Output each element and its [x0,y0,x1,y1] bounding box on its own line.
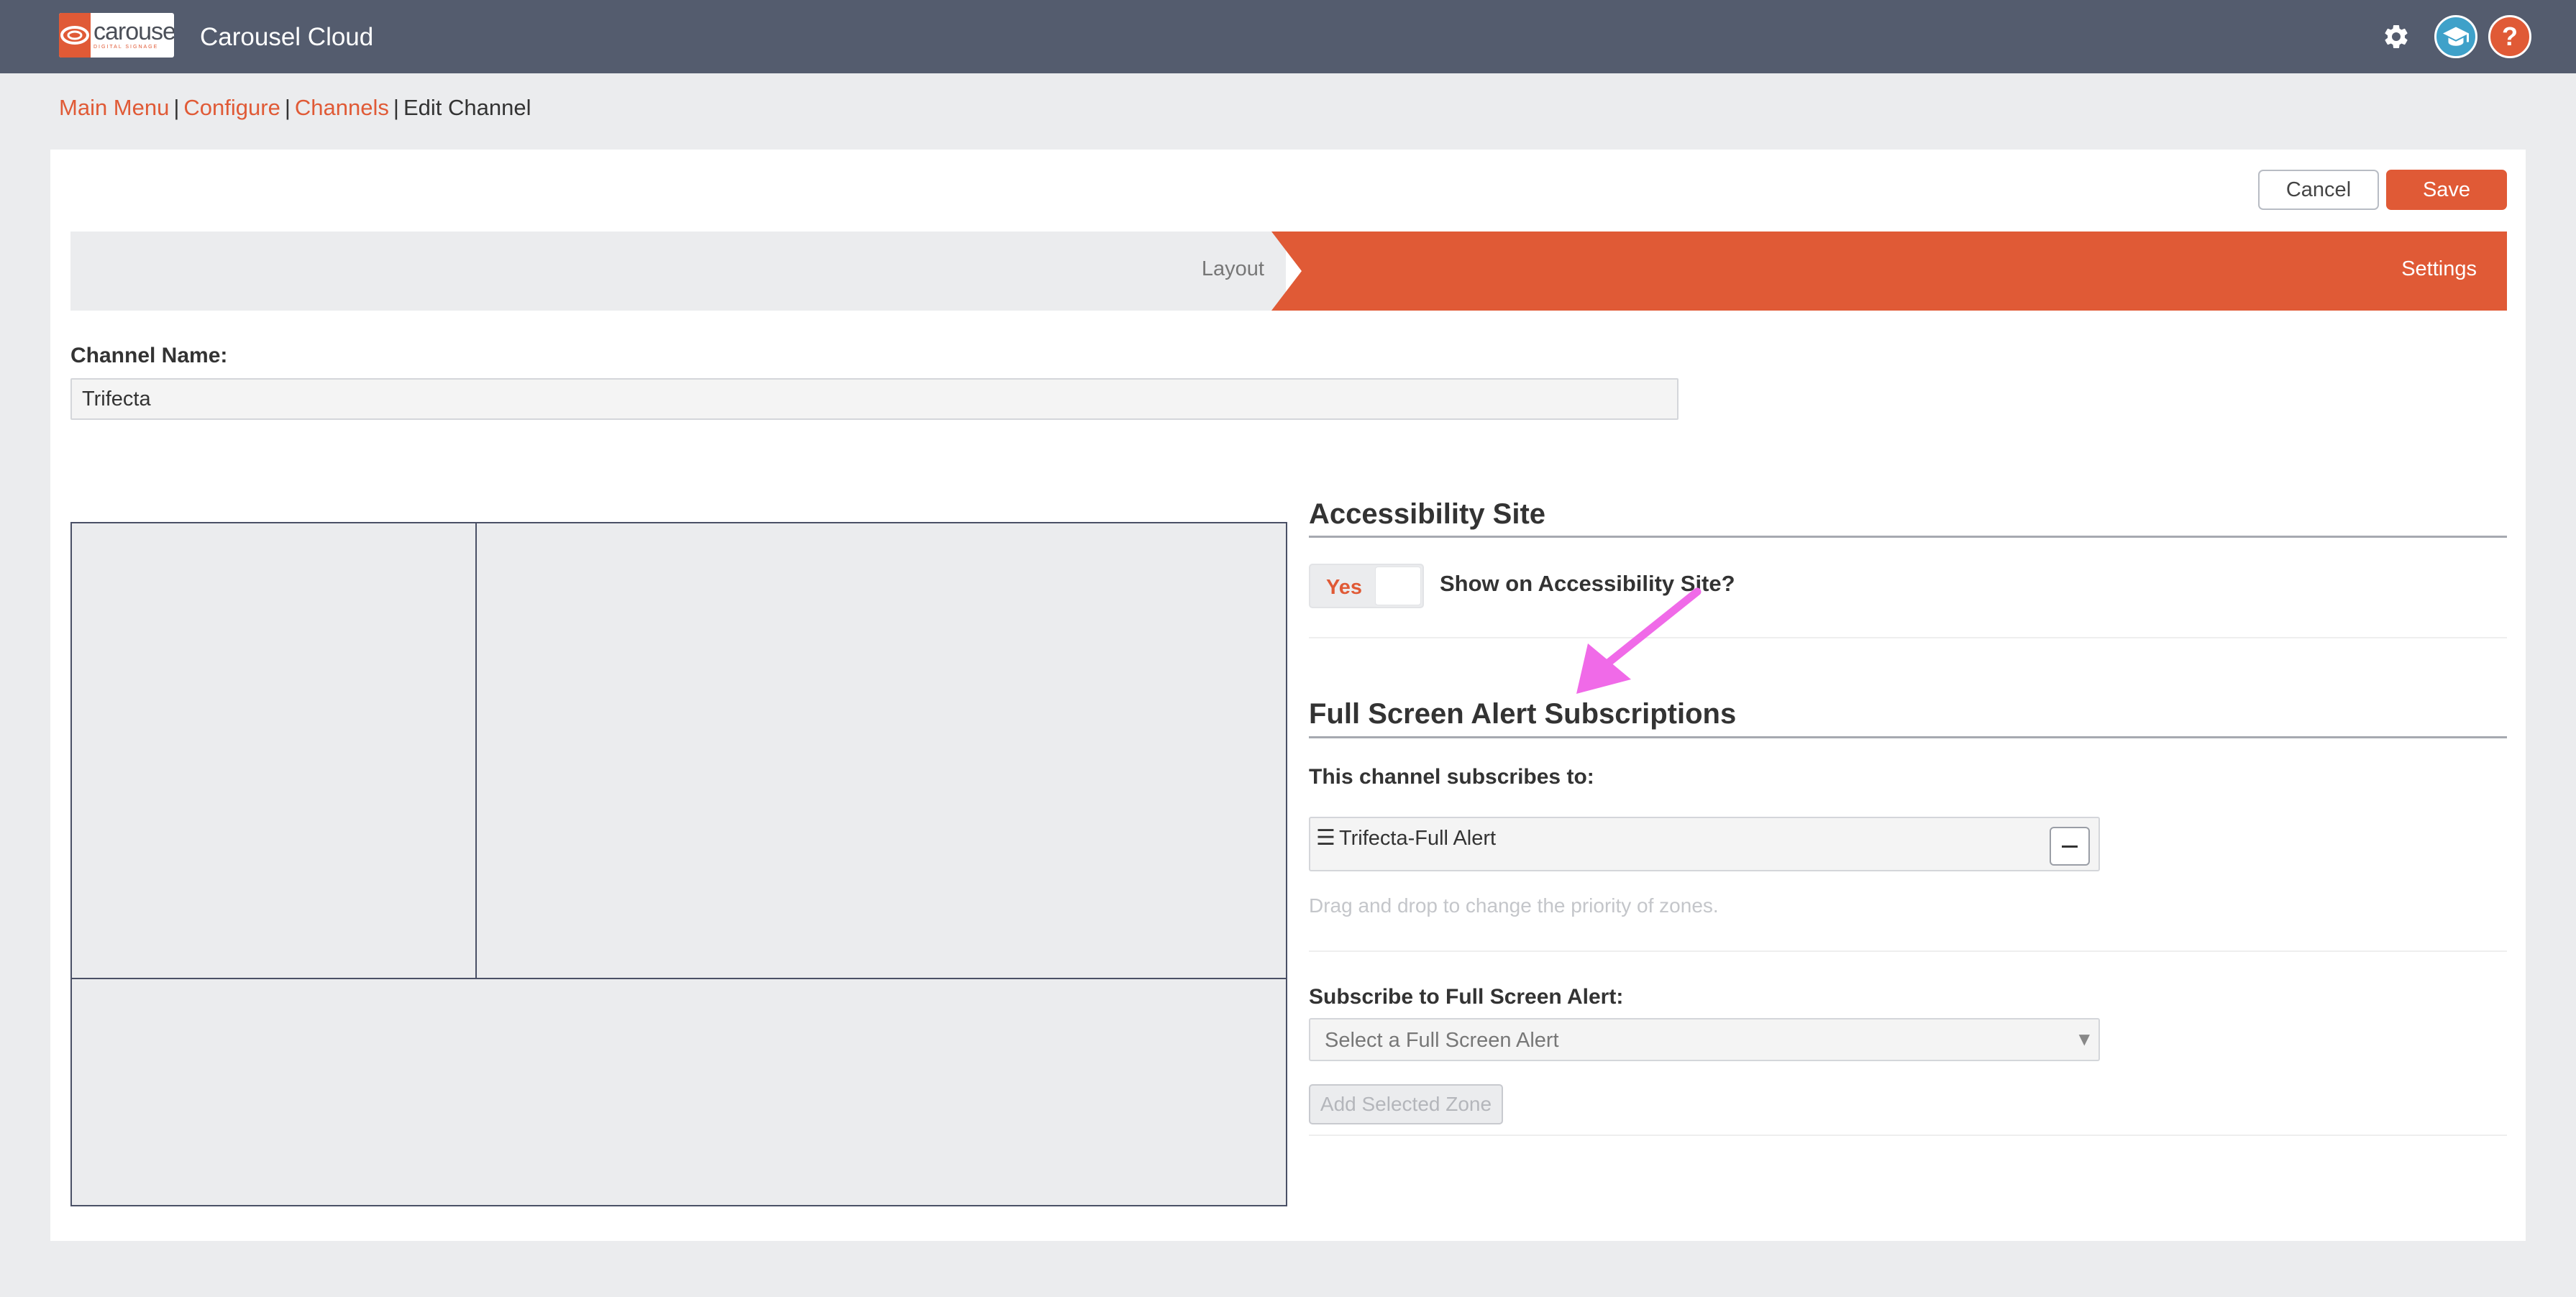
channel-name-input[interactable] [70,378,1678,420]
breadcrumb-main-menu[interactable]: Main Menu [59,95,169,120]
arrow-annotation-icon [1576,587,1702,694]
carousel-logo-icon [59,13,91,58]
carousel-logo[interactable]: carousel DIGITAL SIGNAGE [59,13,174,58]
chevron-down-icon: ▼ [2078,1030,2090,1048]
layout-preview [70,522,1287,1206]
add-selected-zone-button[interactable]: Add Selected Zone [1309,1084,1503,1124]
toggle-state-label: Yes [1326,576,1362,599]
breadcrumb-configure[interactable]: Configure [183,95,280,120]
accessibility-toggle[interactable]: Yes [1309,564,1424,608]
help-glyph: ? [2502,22,2518,51]
app-title: Carousel Cloud [200,23,374,51]
graduation-cap-icon[interactable] [2434,15,2477,58]
step-layout-label: Layout [1201,257,1264,280]
step-layout[interactable]: Layout [70,232,1286,311]
top-bar: carousel DIGITAL SIGNAGE Carousel Cloud … [0,0,2576,73]
layout-zone-left[interactable] [70,522,477,979]
breadcrumb-channels[interactable]: Channels [295,95,389,120]
subscribe-label: Subscribe to Full Screen Alert: [1309,985,1624,1009]
section-divider [1309,736,2507,738]
section-divider [1309,637,2507,638]
breadcrumb-separator: | [173,95,180,120]
toggle-knob [1375,567,1421,605]
save-button[interactable]: Save [2386,170,2507,210]
subscribes-label: This channel subscribes to: [1309,765,1594,789]
section-divider [1309,536,2507,538]
remove-subscription-button[interactable] [2050,827,2090,866]
wizard-steps: Layout Settings [70,232,2507,311]
drag-handle-icon[interactable]: ☰ [1316,825,1335,851]
full-screen-alert-select[interactable]: Select a Full Screen Alert ▼ [1309,1018,2100,1061]
layout-zone-main[interactable] [475,522,1287,979]
edit-channel-panel: Cancel Save Layout Settings Channel Name… [50,150,2526,1241]
help-icon[interactable]: ? [2488,15,2531,58]
minus-icon [2062,845,2078,848]
subscription-name: Trifecta-Full Alert [1339,827,1497,850]
channel-name-label: Channel Name: [70,344,228,367]
subscription-item[interactable]: ☰ Trifecta-Full Alert [1309,817,2100,871]
step-settings-label: Settings [2401,257,2477,280]
layout-zone-bottom[interactable] [70,978,1287,1206]
cancel-button[interactable]: Cancel [2258,170,2379,210]
breadcrumb-separator: | [393,95,399,120]
breadcrumb-separator: | [284,95,291,120]
section-divider [1309,1135,2507,1136]
breadcrumb: Main Menu | Configure | Channels | Edit Channe… [59,95,531,121]
logo-text: carousel [93,18,174,45]
step-settings[interactable]: Settings [1271,232,2507,311]
drag-hint: Drag and drop to change the priority of … [1309,894,1719,917]
breadcrumb-current: Edit Channel [403,95,531,120]
select-placeholder: Select a Full Screen Alert [1325,1029,1559,1052]
accessibility-section-title: Accessibility Site [1309,498,1546,530]
section-divider [1309,950,2507,952]
logo-subtext: DIGITAL SIGNAGE [93,45,159,50]
gear-icon[interactable] [2375,15,2418,58]
